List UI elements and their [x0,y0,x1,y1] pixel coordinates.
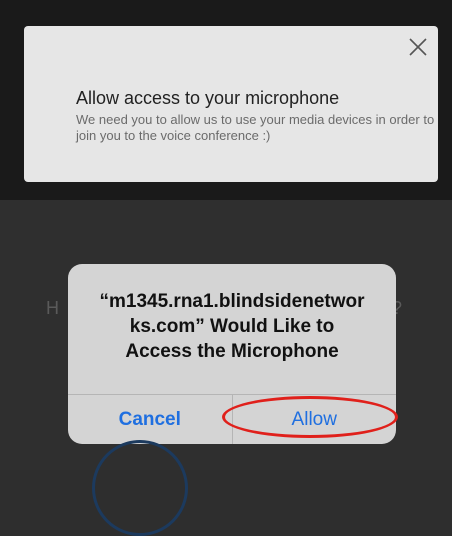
modal-body-text: We need you to allow us to use your medi… [76,112,435,143]
microphone-button-ring [92,440,188,536]
alert-message-line: “m1345.rna1.blindsidenetwor [99,291,365,312]
alert-message-line: ks.com” Would Like to [129,316,335,337]
alert-button-row: Cancel Allow [68,394,396,444]
alert-message-line: Access the Microphone [125,341,339,362]
alert-message: “m1345.rna1.blindsidenetwor ks.com” Woul… [68,289,396,364]
ios-permission-alert: “m1345.rna1.blindsidenetwor ks.com” Woul… [68,264,396,444]
modal-title: Allow access to your microphone [76,88,340,108]
close-icon[interactable] [407,36,429,58]
allow-button[interactable]: Allow [233,395,397,444]
cancel-button[interactable]: Cancel [68,395,233,444]
microphone-permission-modal: Allow access to your microphone We need … [24,26,438,182]
ghost-text-left: H [46,298,59,318]
